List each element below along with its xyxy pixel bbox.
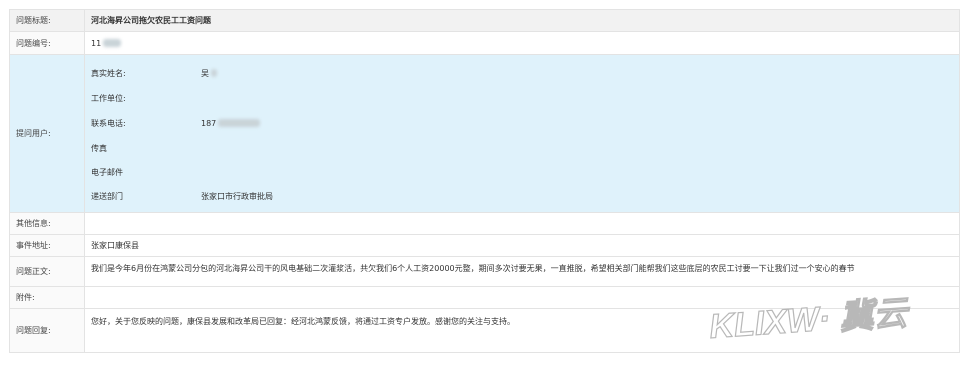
user-field-email: 电子邮件 [91,166,201,178]
issue-detail: 问题标题: 河北海昇公司拖欠农民工工资问题 问题编号: 11 提问用户: 真实姓… [9,9,960,353]
attachment-label: 附件: [9,286,85,309]
user-field-workunit: 工作单位: [91,92,201,104]
title-label: 问题标题: [9,9,85,32]
redaction-blur [211,69,217,77]
user-field-fax: 传真 [91,142,201,154]
number-value-cell: 11 [84,31,960,55]
redaction-blur [218,119,261,127]
reply-value: 您好，关于您反映的问题，康保县发展和改革局已回复：经河北鸿蒙反馈，将通过工资专户… [84,308,960,353]
number-value: 11 [91,38,102,48]
user-info: 真实姓名: 吴 工作单位: 联系电话: 187 传真 电子邮件 递送部门 张家口… [84,54,960,213]
body-value: 我们是今年6月份在鸿蒙公司分包的河北海昇公司干的风电基础二次灌浆活，共欠我们6个… [84,256,960,287]
row-number: 问题编号: 11 [9,31,960,55]
issue-table: 问题标题: 河北海昇公司拖欠农民工工资问题 问题编号: 11 提问用户: 真实姓… [9,9,960,353]
phone-value: 187 [201,118,217,128]
address-label: 事件地址: [9,234,85,257]
realname-key: 真实姓名: [91,68,126,78]
row-address: 事件地址: 张家口康保县 [9,234,960,257]
other-value [84,212,960,235]
workunit-key: 工作单位: [91,93,126,103]
row-body: 问题正文: 我们是今年6月份在鸿蒙公司分包的河北海昇公司干的风电基础二次灌浆活，… [9,256,960,287]
email-key: 电子邮件 [91,167,123,177]
phone-key: 联系电话: [91,118,126,128]
row-attachment: 附件: [9,286,960,309]
attachment-value [84,286,960,309]
other-label: 其他信息: [9,212,85,235]
user-label: 提问用户: [9,54,85,213]
department-key: 递送部门 [91,191,123,201]
title-value: 河北海昇公司拖欠农民工工资问题 [84,9,960,32]
redaction-blur [103,39,122,47]
number-label: 问题编号: [9,31,85,55]
fax-key: 传真 [91,143,107,153]
body-label: 问题正文: [9,256,85,287]
row-other: 其他信息: [9,212,960,235]
user-field-department: 递送部门 张家口市行政审批局 [91,190,273,202]
department-value: 张家口市行政审批局 [201,191,273,201]
realname-value: 吴 [201,68,209,78]
reply-label: 问题回复: [9,308,85,353]
row-reply: 问题回复: 您好，关于您反映的问题，康保县发展和改革局已回复：经河北鸿蒙反馈，将… [9,308,960,353]
user-field-realname: 真实姓名: 吴 [91,67,217,79]
user-field-phone: 联系电话: 187 [91,117,261,129]
row-user: 提问用户: 真实姓名: 吴 工作单位: 联系电话: 187 传真 电子邮件 递送… [9,54,960,213]
row-title: 问题标题: 河北海昇公司拖欠农民工工资问题 [9,9,960,32]
address-value: 张家口康保县 [84,234,960,257]
